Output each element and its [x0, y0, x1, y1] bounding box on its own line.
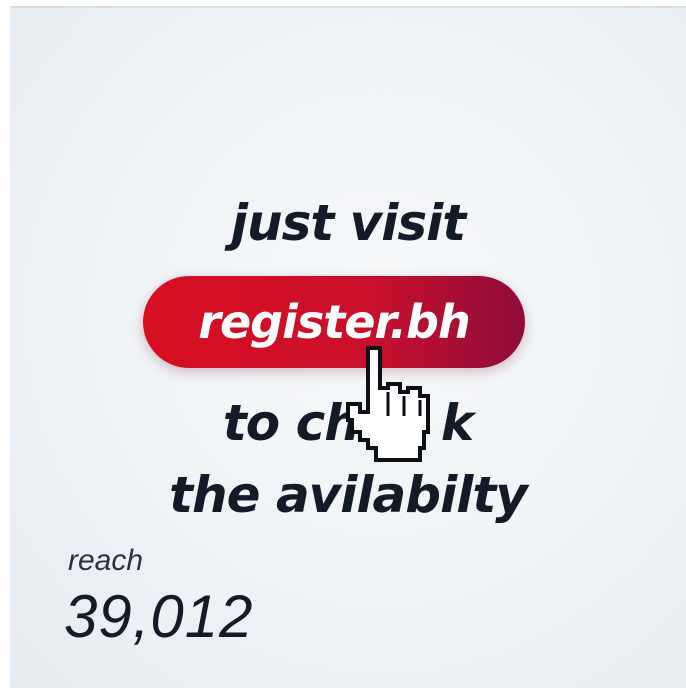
register-bh-button[interactable]: register.bh	[143, 276, 525, 368]
register-bh-label: register.bh	[198, 295, 470, 349]
headline-just-visit: just visit	[230, 194, 466, 252]
hand-pointer-icon	[345, 345, 431, 463]
post-media: just visit register.bh to ch k the avila…	[10, 6, 686, 688]
reach-count: 39,012	[64, 583, 254, 650]
reach-label: reach	[68, 544, 144, 577]
headline-availability: the avilabilty	[169, 466, 528, 524]
